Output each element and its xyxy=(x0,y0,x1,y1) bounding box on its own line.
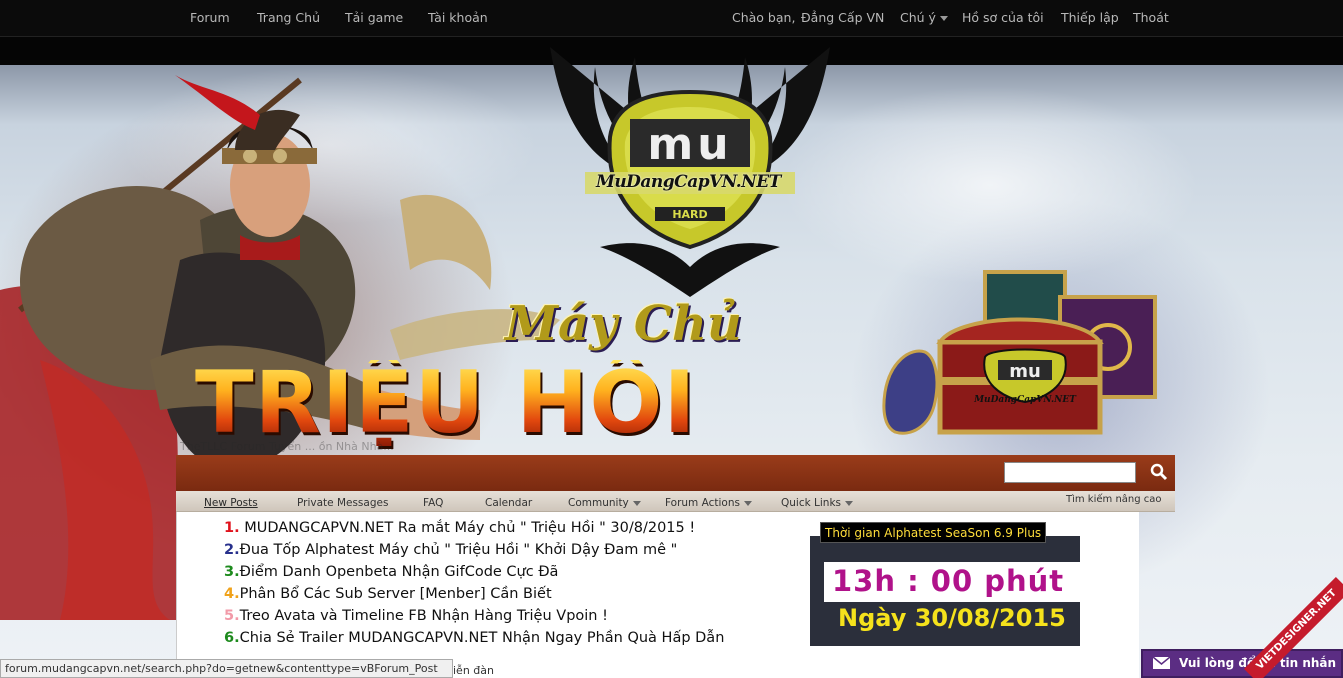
list-item[interactable]: 4.Phân Bổ Các Sub Server [Menber] Cần Bi… xyxy=(224,586,552,602)
envelope-icon xyxy=(1153,657,1170,669)
list-item[interactable]: 6.Chia Sẻ Trailer MUDANGCAPVN.NET Nhận N… xyxy=(224,630,724,646)
nav-account[interactable]: Tài khoản xyxy=(428,10,488,25)
chevron-down-icon xyxy=(845,500,854,506)
list-item-text: Điểm Danh Openbeta Nhận GifCode Cực Đã xyxy=(239,564,559,580)
list-item-text: MUDANGCAPVN.NET Ra mắt Máy chủ " Triệu H… xyxy=(239,520,696,536)
banner-subtitle: Máy Chủ xyxy=(505,296,742,352)
chevron-down-icon xyxy=(939,16,948,21)
forum-text-fragment: iễn đàn xyxy=(453,664,494,677)
nav-forum[interactable]: Forum xyxy=(190,10,230,25)
countdown-date: Ngày 30/08/2015 xyxy=(838,604,1066,632)
list-item-text: Treo Avata và Timeline FB Nhận Hàng Triệ… xyxy=(239,608,608,624)
list-item-number: 6. xyxy=(224,630,240,646)
tab-private-messages[interactable]: Private Messages xyxy=(297,497,388,509)
list-item-number: 5. xyxy=(224,608,240,624)
tab-quick-links-label: Quick Links xyxy=(781,497,842,509)
notices-menu[interactable]: Chú ý xyxy=(900,10,948,25)
countdown-time: 13h : 00 phút xyxy=(832,564,1065,598)
list-item[interactable]: 1. MUDANGCAPVN.NET Ra mắt Máy chủ " Triệ… xyxy=(224,520,695,536)
svg-text:MuDangCapVN.NET: MuDangCapVN.NET xyxy=(973,395,1077,405)
banner-faded-text: TheTLLC Forum Tuyển ... ồn Nhà Nhà... xyxy=(180,440,394,453)
list-item[interactable]: 2.Đua Tốp Alphatest Máy chủ " Triệu Hồi … xyxy=(224,542,677,558)
nav-home[interactable]: Trang Chủ xyxy=(257,10,320,25)
list-item-number: 2. xyxy=(224,542,240,558)
top-navigation-bar: Forum Trang Chủ Tải game Tài khoản Chào … xyxy=(0,0,1343,37)
tab-calendar[interactable]: Calendar xyxy=(485,497,532,509)
countdown-title: Thời gian Alphatest SeaSon 6.9 Plus xyxy=(820,522,1047,543)
list-item-number: 4. xyxy=(224,586,240,602)
cloud-decoration xyxy=(780,85,1200,285)
username-link[interactable]: Đẳng Cấp VN xyxy=(801,10,884,25)
tab-community[interactable]: Community xyxy=(568,497,641,509)
svg-text:mu: mu xyxy=(647,119,732,170)
list-item[interactable]: 5.Treo Avata và Timeline FB Nhận Hàng Tr… xyxy=(224,608,608,624)
tab-forum-actions-label: Forum Actions xyxy=(665,497,740,509)
advanced-search-link[interactable]: Tìm kiếm nâng cao xyxy=(1066,494,1162,505)
notices-label: Chú ý xyxy=(900,10,936,25)
banner-title: TRIỆU HỔI xyxy=(195,353,697,453)
tab-quick-links[interactable]: Quick Links xyxy=(781,497,854,509)
list-item-text: Đua Tốp Alphatest Máy chủ " Triệu Hồi " … xyxy=(239,542,678,558)
search-icon[interactable] xyxy=(1150,463,1168,481)
logout-link[interactable]: Thoát xyxy=(1133,10,1169,25)
list-item-text: Phân Bổ Các Sub Server [Menber] Cần Biết xyxy=(239,586,552,602)
list-item-text: Chia Sẻ Trailer MUDANGCAPVN.NET Nhận Nga… xyxy=(239,630,725,646)
search-input[interactable] xyxy=(1004,462,1136,483)
tab-community-label: Community xyxy=(568,497,629,509)
treasure-chest-illustration: mu MuDangCapVN.NET xyxy=(882,270,1157,435)
svg-text:HARD: HARD xyxy=(672,208,707,221)
settings-link[interactable]: Thiếp lập xyxy=(1061,10,1119,25)
logo-text: MuDangCapVN.NET xyxy=(596,172,781,192)
svg-text:mu: mu xyxy=(1009,361,1041,382)
chevron-down-icon xyxy=(743,500,752,506)
nav-download-game[interactable]: Tải game xyxy=(345,10,403,25)
browser-status-url: forum.mudangcapvn.net/search.php?do=getn… xyxy=(0,659,453,678)
forum-subnav: New Posts Private Messages FAQ Calendar … xyxy=(176,491,1175,512)
list-item-number: 1. xyxy=(224,520,240,536)
list-item[interactable]: 3.Điểm Danh Openbeta Nhận GifCode Cực Đã xyxy=(224,564,558,580)
chevron-down-icon xyxy=(632,500,641,506)
list-item-number: 3. xyxy=(224,564,240,580)
profile-link[interactable]: Hồ sơ của tôi xyxy=(962,10,1044,25)
tab-new-posts[interactable]: New Posts xyxy=(204,497,258,509)
greeting-text: Chào bạn, xyxy=(732,10,796,25)
tab-forum-actions[interactable]: Forum Actions xyxy=(665,497,752,509)
tab-faq[interactable]: FAQ xyxy=(423,497,443,509)
